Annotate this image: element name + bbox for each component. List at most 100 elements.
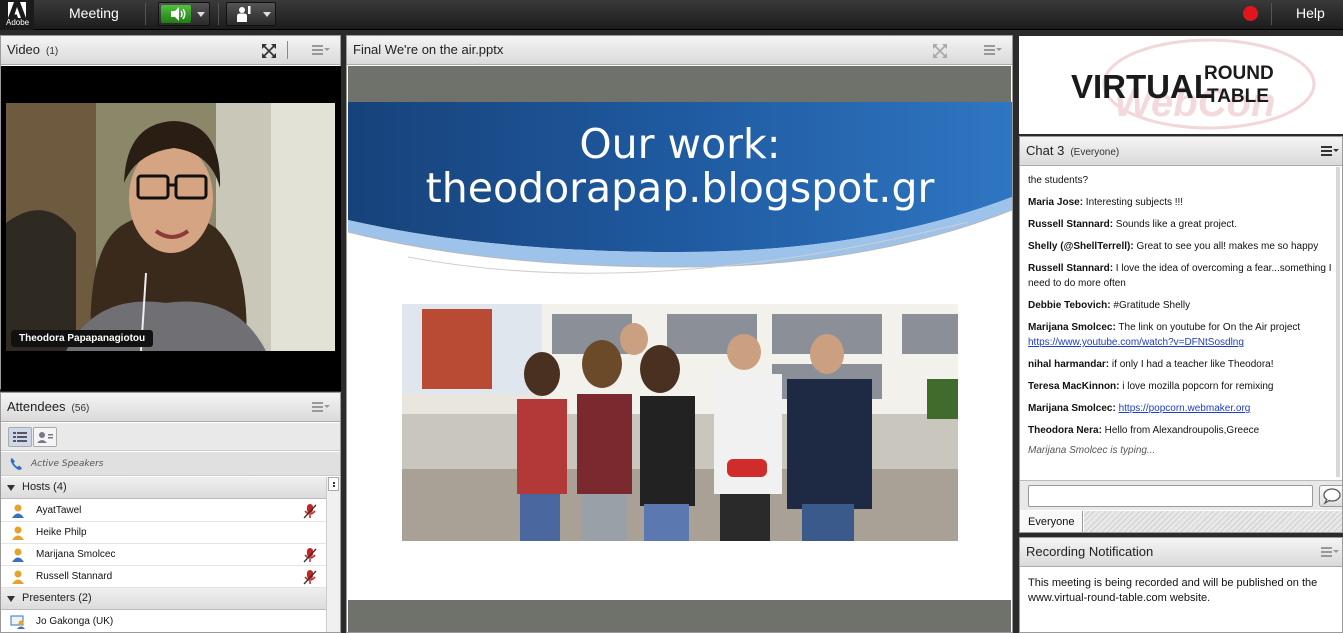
speaker-button[interactable] (158, 2, 210, 26)
send-button[interactable] (1319, 485, 1342, 507)
raise-hand-icon (237, 6, 251, 22)
chat-message: Theodora Nera: Hello from Alexandroupoli… (1028, 425, 1260, 436)
logo-graphic: WebCon VIRTUAL ROUND TABLE (1071, 38, 1316, 130)
attendee-name: Jo Gakonga (UK) (36, 616, 114, 627)
share-pod-header: Final We're on the air.pptx (347, 36, 1012, 65)
scroll-up-button[interactable] (328, 477, 339, 491)
status-view-button[interactable] (33, 427, 57, 447)
collapse-icon (7, 596, 15, 602)
attendee-row[interactable]: Marijana Smolcec (1, 544, 326, 566)
presenter-icon (10, 615, 25, 629)
adobe-logo-icon (8, 2, 26, 18)
attendee-name: AyatTawel (36, 505, 82, 516)
video-pod: Video (1) Theodora Papapanagiotou (0, 35, 341, 391)
pod-menu-icon[interactable] (984, 45, 1002, 55)
chat-tab-bar (1084, 511, 1342, 532)
divider (145, 3, 146, 25)
attendees-scrollbar[interactable] (326, 477, 340, 632)
fullscreen-icon[interactable] (261, 43, 277, 59)
attendee-row[interactable]: AyatTawel (1, 500, 326, 522)
collapse-icon (7, 485, 15, 491)
chat-message: Russell Stannard: Sounds like a great pr… (1028, 219, 1237, 230)
chat-pod-header: Chat 3 (Everyone) (1020, 137, 1342, 166)
chat-message: Debbie Tebovich: #Gratitude Shelly (1028, 300, 1191, 311)
recording-notification-text: This meeting is being recorded and will … (1028, 577, 1318, 604)
host-icon (12, 548, 24, 562)
recording-indicator[interactable] (1243, 6, 1258, 21)
meeting-menu[interactable]: Meeting (69, 5, 119, 21)
host-icon (12, 504, 24, 518)
pod-menu-icon[interactable] (1321, 146, 1339, 156)
logo-line2b: TABLE (1207, 86, 1269, 107)
chat-link[interactable]: https://popcorn.webmaker.org (1119, 403, 1251, 414)
chat-message: Marijana Smolcec: https://popcorn.webmak… (1028, 403, 1251, 414)
microphone-icon (303, 570, 317, 585)
video-pod-header: Video (1) (1, 36, 340, 65)
divider (218, 3, 219, 25)
chevron-down-icon[interactable] (263, 12, 271, 17)
students-photo (402, 304, 958, 541)
share-pod-title: Final We're on the air.pptx (353, 42, 504, 57)
chat-tab-everyone[interactable]: Everyone (1020, 511, 1083, 532)
attendees-count: (56) (71, 403, 90, 414)
attendees-pod-header: Attendees (56) (1, 393, 340, 422)
phone-icon (10, 458, 22, 470)
help-menu[interactable]: Help (1296, 5, 1325, 21)
list-view-button[interactable] (8, 427, 32, 447)
pod-menu-icon[interactable] (312, 45, 330, 55)
microphone-icon (303, 504, 317, 519)
adobe-logo: Adobe (0, 0, 34, 30)
chat-message: Shelly (@ShellTerrell): Great to see you… (1028, 241, 1319, 252)
chat-scrollbar[interactable] (1336, 167, 1340, 477)
chat-message: the students? (1028, 175, 1089, 186)
adobe-label: Adobe (6, 18, 30, 27)
participant-name-label: Theodora Papapanagiotou (11, 330, 154, 347)
chat-message: Marijana Smolcec: The link on youtube fo… (1028, 322, 1301, 348)
share-pod: Final We're on the air.pptx Our work: th… (346, 35, 1013, 633)
host-icon (12, 526, 24, 540)
speaker-icon (161, 5, 191, 23)
chat-message: nihal harmandar: if only I had a teacher… (1028, 359, 1274, 370)
webcam-image (6, 103, 335, 351)
chat-input[interactable] (1028, 485, 1313, 507)
chat-messages: the students? Maria Jose: Interesting su… (1021, 167, 1341, 479)
status-button[interactable] (226, 2, 276, 26)
attendees-toolbar (1, 423, 340, 451)
chat-message: Teresa MacKinnon: i love mozilla popcorn… (1028, 381, 1274, 392)
logo-line2a: ROUND (1204, 63, 1274, 84)
active-speakers-bar: Active Speakers (1, 452, 340, 476)
chat-pod: Chat 3 (Everyone) the students? Maria Jos… (1019, 136, 1343, 533)
attendees-pod: Attendees(56) Active Speakers Hosts (4) (0, 392, 341, 633)
attendee-name: Russell Stannard (36, 571, 113, 582)
pod-menu-icon[interactable] (1321, 547, 1339, 557)
fullscreen-icon[interactable] (932, 43, 948, 59)
chat-message: Maria Jose: Interesting subjects !!! (1028, 197, 1184, 208)
slide-title: Our work: theodorapap.blogspot.gr (348, 122, 1012, 210)
chat-pod-title: Chat 3 (Everyone) (1026, 143, 1120, 158)
attendee-row[interactable]: Russell Stannard (1, 566, 326, 588)
microphone-icon (303, 548, 317, 563)
video-count: (1) (46, 46, 59, 57)
attendee-row[interactable]: Jo Gakonga (UK) (1, 611, 326, 632)
divider (1271, 3, 1272, 25)
chevron-down-icon[interactable] (197, 12, 205, 17)
hosts-group-label: Hosts (4) (22, 481, 67, 493)
slide-title-line2: theodorapap.blogspot.gr (425, 164, 935, 212)
share-content-area: Our work: theodorapap.blogspot.gr (348, 66, 1012, 632)
pod-menu-icon[interactable] (312, 402, 330, 412)
attendees-pod-title: Attendees (56) (7, 399, 90, 414)
presenters-group-header[interactable]: Presenters (2) (1, 588, 326, 610)
logo-line1: VIRTUAL (1071, 68, 1214, 105)
chat-input-bar (1020, 480, 1342, 510)
slide-title-line1: Our work: (579, 120, 781, 168)
recording-pod-title: Recording Notification (1026, 544, 1154, 559)
attendee-row[interactable]: Heike Philp (1, 522, 326, 544)
attendee-name: Heike Philp (36, 527, 87, 538)
user-card-icon (37, 432, 53, 443)
hosts-group-header[interactable]: Hosts (4) (1, 477, 326, 499)
active-speakers-label: Active Speakers (31, 459, 104, 469)
virtual-round-table-logo: WebCon VIRTUAL ROUND TABLE (1019, 36, 1343, 134)
chat-link[interactable]: https://www.youtube.com/watch?v=DFNtSosd… (1028, 337, 1244, 348)
chat-message: Russell Stannard: I love the idea of ove… (1028, 263, 1332, 289)
host-icon (12, 570, 24, 584)
